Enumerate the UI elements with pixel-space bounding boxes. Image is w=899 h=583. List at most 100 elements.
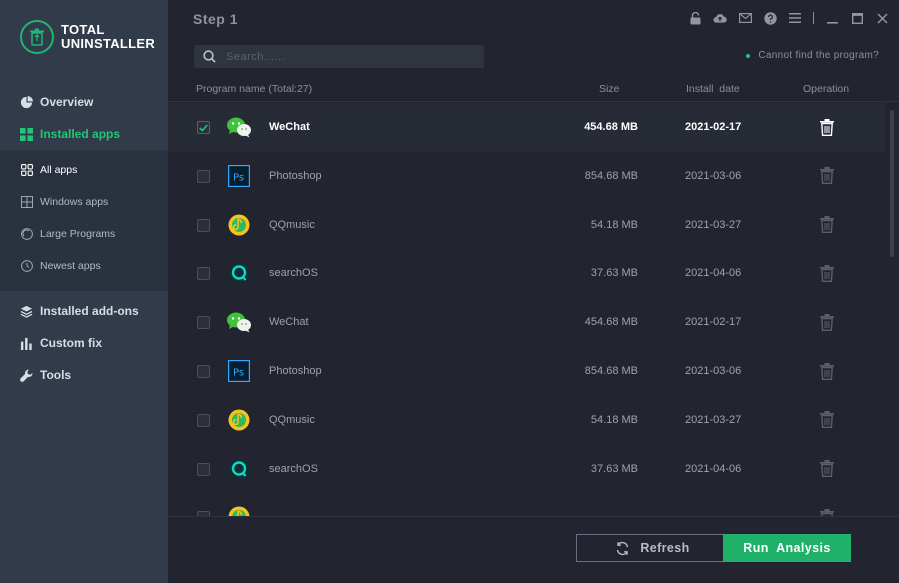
recycle-bin-logo-icon (20, 20, 54, 54)
trash-icon[interactable] (819, 264, 835, 282)
program-size: 854.68 MB (584, 169, 638, 182)
table-row[interactable]: Ps Photoshop 854.68 MB 2021-03-06 (168, 347, 886, 396)
disc-icon (20, 228, 33, 241)
search-box[interactable] (194, 45, 484, 68)
trash-icon[interactable] (819, 460, 835, 478)
program-name: QQmusic (269, 218, 315, 231)
run-analysis-button[interactable]: Run Analysis (723, 534, 851, 562)
cannot-find-program-link[interactable]: Cannot find the program? (746, 50, 879, 61)
mail-icon[interactable] (738, 11, 752, 25)
searchos-icon (226, 457, 252, 481)
logo-text-line2: UNINSTALLER (61, 36, 156, 51)
grid-icon (20, 164, 33, 177)
layers-icon (19, 304, 33, 318)
main-panel: Step 1 Cannot find the program? Program … (168, 0, 899, 583)
program-size: 37.63 MB (590, 267, 638, 280)
sidebar-item-tools[interactable]: Tools (0, 359, 168, 391)
install-date: 2021-03-06 (685, 169, 742, 182)
menu-icon[interactable] (788, 11, 802, 25)
program-size: 454.68 MB (584, 316, 638, 329)
row-checkbox[interactable] (197, 169, 210, 183)
scrollbar-thumb[interactable] (890, 110, 894, 257)
install-date: 2021-03-27 (685, 413, 742, 426)
refresh-button[interactable]: Refresh (576, 534, 729, 562)
minimize-icon[interactable] (825, 11, 839, 25)
maximize-icon[interactable] (850, 11, 864, 25)
trash-icon[interactable] (819, 411, 835, 429)
sidebar-subitem-all-apps[interactable]: All apps (0, 154, 168, 186)
photoshop-icon: Ps (226, 164, 252, 188)
row-checkbox[interactable] (197, 267, 210, 281)
sidebar-subitem-large-programs[interactable]: Large Programs (0, 218, 168, 250)
row-checkbox[interactable] (197, 121, 210, 134)
title-bar: Step 1 (168, 0, 899, 38)
bar-chart-icon (19, 336, 33, 350)
sidebar-item-overview[interactable]: Overview (0, 86, 168, 118)
sidebar-subitem-label: Newest apps (40, 260, 101, 272)
row-checkbox[interactable] (197, 218, 210, 232)
install-date: 2021-04-06 (685, 462, 742, 475)
trash-icon[interactable] (819, 313, 835, 331)
program-name: WeChat (269, 121, 310, 133)
sidebar-subnav: All apps Windows apps Large Programs New… (0, 150, 168, 291)
table-row[interactable]: QQmusic 54.18 MB 2021-03-27 (168, 201, 886, 250)
install-date: 2021-03-27 (685, 218, 742, 231)
svg-text:Ps: Ps (233, 172, 244, 183)
column-header-size: Size (599, 83, 620, 95)
table-header: Program name (Total:27) Size Install dat… (168, 78, 899, 102)
searchos-icon (226, 261, 252, 285)
help-icon[interactable] (763, 11, 777, 25)
app-logo: TOTAL UNINSTALLER (20, 20, 155, 54)
row-checkbox[interactable] (197, 462, 210, 476)
lock-icon[interactable] (688, 11, 702, 25)
sidebar-item-label: Custom fix (40, 336, 103, 350)
sidebar-subitem-label: All apps (40, 164, 78, 176)
cloud-upload-icon[interactable] (713, 11, 727, 25)
table-row[interactable]: Ps Photoshop 854.68 MB 2021-03-06 (168, 152, 886, 201)
qqmusic-icon (226, 408, 252, 432)
sidebar-item-label: Installed add-ons (40, 304, 139, 318)
sidebar-subitem-windows-apps[interactable]: Windows apps (0, 186, 168, 218)
pie-chart-icon (19, 95, 33, 109)
trash-icon[interactable] (819, 216, 835, 234)
program-size: 54.18 MB (590, 218, 638, 231)
row-checkbox[interactable] (197, 413, 210, 427)
install-date: 2021-03-06 (685, 365, 742, 377)
program-list: WeChat 454.68 MB 2021-02-17 Ps Photoshop 854.… (168, 103, 886, 517)
clock-icon (20, 260, 33, 273)
install-date: 2021-02-17 (685, 316, 742, 329)
page-title: Step 1 (193, 11, 239, 27)
table-row[interactable]: searchOS 37.63 MB 2021-04-06 (168, 445, 886, 494)
sidebar-item-installed-addons[interactable]: Installed add-ons (0, 295, 168, 327)
trash-icon[interactable] (819, 167, 835, 185)
sidebar-subitem-newest-apps[interactable]: Newest apps (0, 250, 168, 282)
column-header-name: Program name (Total:27) (196, 83, 313, 95)
status-dot (746, 53, 751, 58)
table-row[interactable]: WeChat 454.68 MB 2021-02-17 (168, 103, 886, 152)
row-checkbox[interactable] (197, 365, 210, 378)
program-name: WeChat (269, 316, 309, 329)
trash-icon[interactable] (819, 362, 835, 380)
close-icon[interactable] (875, 11, 889, 25)
sidebar-item-installed-apps[interactable]: Installed apps (0, 118, 168, 150)
table-row[interactable]: QQmusic 54.18 MB 2021-03-27 (168, 396, 886, 445)
program-size: 37.63 MB (590, 462, 638, 475)
wechat-icon (226, 310, 252, 334)
search-icon (203, 50, 216, 63)
trash-icon[interactable] (819, 118, 835, 136)
svg-text:Ps: Ps (233, 368, 244, 379)
run-analysis-label: Run Analysis (743, 541, 831, 555)
search-input[interactable] (226, 50, 466, 63)
program-name: Photoshop (269, 365, 322, 377)
program-size: 854.68 MB (584, 365, 638, 377)
table-row[interactable]: WeChat 454.68 MB 2021-02-17 (168, 298, 886, 347)
table-row[interactable]: searchOS 37.63 MB 2021-04-06 (168, 249, 886, 298)
sidebar-item-custom-fix[interactable]: Custom fix (0, 327, 168, 359)
windows-icon (20, 196, 33, 209)
row-checkbox[interactable] (197, 316, 210, 330)
sidebar: TOTAL UNINSTALLER Overview Installed app… (0, 0, 168, 583)
program-name: searchOS (269, 267, 318, 280)
photoshop-icon: Ps (226, 359, 252, 383)
table-row[interactable] (168, 493, 886, 517)
cannot-find-label: Cannot find the program? (758, 50, 879, 61)
